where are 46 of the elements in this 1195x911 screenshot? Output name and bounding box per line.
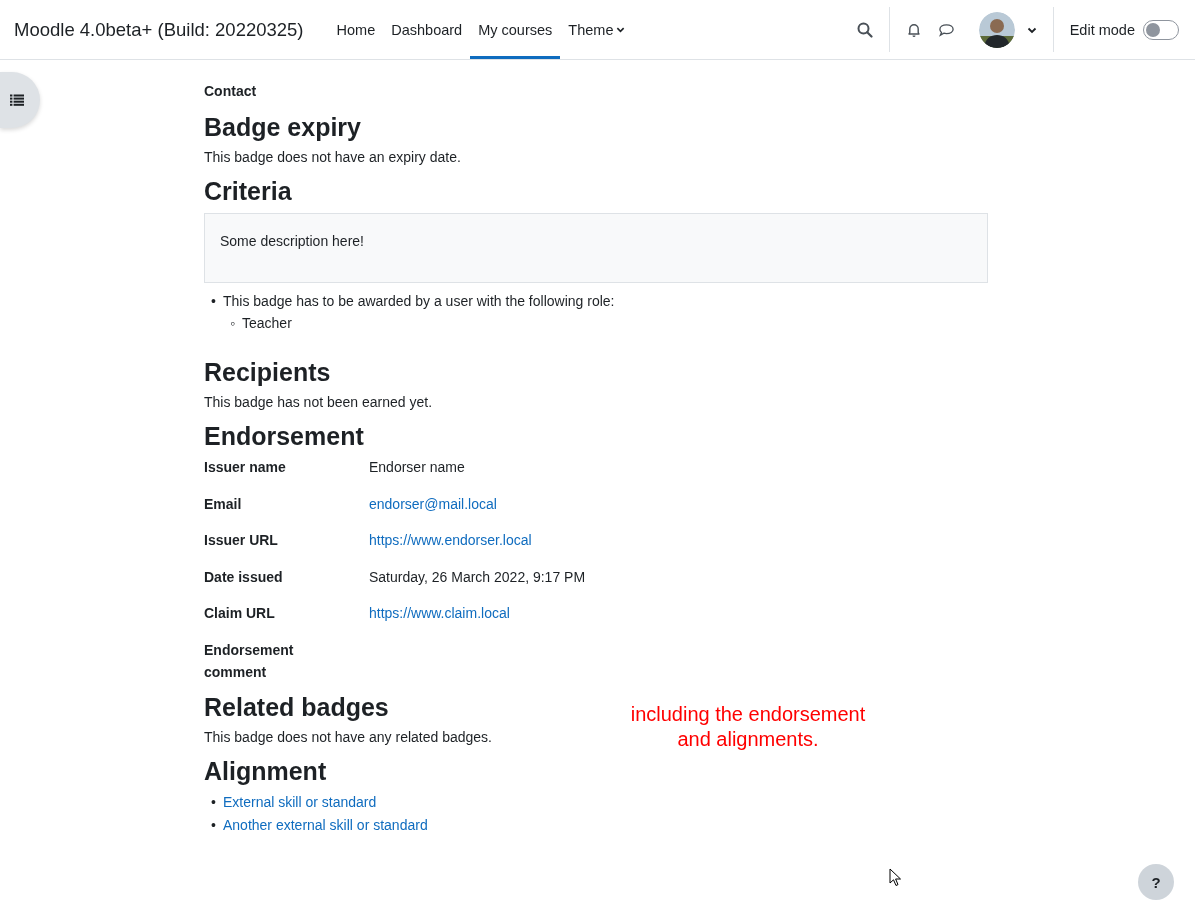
alignment-link[interactable]: External skill or standard <box>223 790 377 814</box>
bullet-icon: • <box>204 290 223 312</box>
section-heading: Badge expiry <box>204 112 361 143</box>
course-index-button[interactable] <box>0 72 40 128</box>
bullet-icon: • <box>204 813 223 837</box>
nav-link[interactable]: Dashboard <box>383 0 471 59</box>
site-name[interactable]: Moodle 4.0beta+ (Build: 20220325) <box>14 18 304 41</box>
criteria-text: This badge has to be awarded by a user with the following role: <box>223 292 615 311</box>
bullet-icon: ◦ <box>223 312 242 334</box>
field-label: Date issued <box>204 567 284 587</box>
field-label: Contact <box>204 83 258 101</box>
alignment-link[interactable]: Another external skill or standard <box>223 813 428 837</box>
role-name: Teacher <box>242 314 292 333</box>
field-label: Email <box>204 494 243 514</box>
mouse-cursor-icon <box>889 868 903 888</box>
annotation-text: including the endorsement and alignments. <box>629 702 867 752</box>
list-icon <box>10 94 24 106</box>
field-label: Issuer name <box>204 458 287 477</box>
field-label: Claim URL <box>204 604 276 623</box>
section-text: This badge has not been earned yet. <box>204 393 433 412</box>
field-link[interactable]: https://www.endorser.local <box>369 529 532 551</box>
bell-icon[interactable] <box>905 21 922 38</box>
bullet-icon: • <box>204 790 223 814</box>
field-link[interactable]: https://www.claim.local <box>369 602 510 624</box>
field-label: Issuer URL <box>204 531 279 550</box>
section-text: This badge does not have an expiry date. <box>204 148 461 167</box>
section-text: This badge does not have any related badges. <box>204 727 492 747</box>
avatar-icon[interactable] <box>978 11 1015 48</box>
field-value: Endorser name <box>369 458 465 477</box>
chat-icon[interactable] <box>937 21 955 38</box>
description-text: Some description here! <box>220 233 364 249</box>
help-button[interactable]: ? <box>1138 864 1174 900</box>
nav-link[interactable]: Home <box>328 0 384 59</box>
nav-link[interactable]: My courses <box>470 0 561 59</box>
field-value: Saturday, 26 March 2022, 9:17 PM <box>369 567 586 587</box>
field-label: Endorsement comment <box>204 640 295 682</box>
search-icon[interactable] <box>856 21 873 38</box>
field-link[interactable]: endorser@mail.local <box>369 492 497 515</box>
section-heading: Alignment <box>204 755 327 787</box>
section-heading: Related badges <box>204 691 389 723</box>
edit-mode-toggle[interactable] <box>1143 19 1179 40</box>
section-heading: Criteria <box>204 176 292 207</box>
edit-mode-label: Edit mode <box>1069 21 1135 38</box>
nav-link[interactable]: Theme <box>560 0 634 59</box>
section-heading: Endorsement <box>204 421 364 452</box>
section-heading: Recipients <box>204 357 331 388</box>
